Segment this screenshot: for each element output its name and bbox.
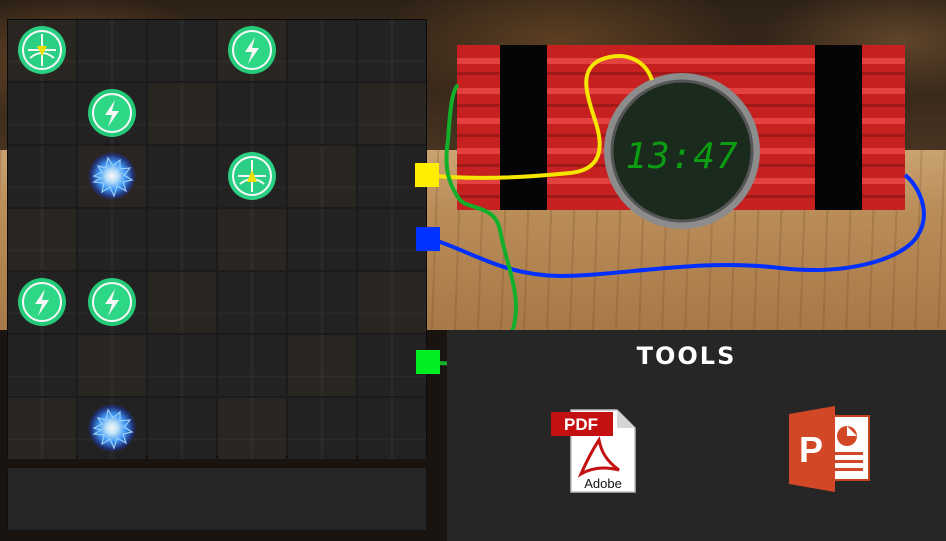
green-wire-terminal[interactable] <box>416 350 440 374</box>
blue-wire-terminal[interactable] <box>416 227 440 251</box>
pdf-tool[interactable]: PDF Adobe <box>551 408 637 494</box>
pdf-icon: PDF Adobe <box>551 409 636 493</box>
powerpoint-tool-label: P <box>799 429 823 470</box>
tape-band-left <box>500 45 547 210</box>
tools-panel: TOOLS PDF Adobe P <box>447 330 946 541</box>
pdf-brand-label: Adobe <box>584 476 622 491</box>
tape-band-right <box>815 45 862 210</box>
powerpoint-tool[interactable]: P <box>789 406 871 492</box>
yellow-wire-terminal[interactable] <box>415 163 439 187</box>
timer-display: 13:47 <box>625 136 739 177</box>
game-scene: 13:47 TOOLS PDF Adobe P <box>0 0 946 541</box>
pdf-tool-label: PDF <box>564 415 598 434</box>
tools-title: TOOLS <box>636 342 737 370</box>
powerpoint-icon: P <box>789 406 870 492</box>
